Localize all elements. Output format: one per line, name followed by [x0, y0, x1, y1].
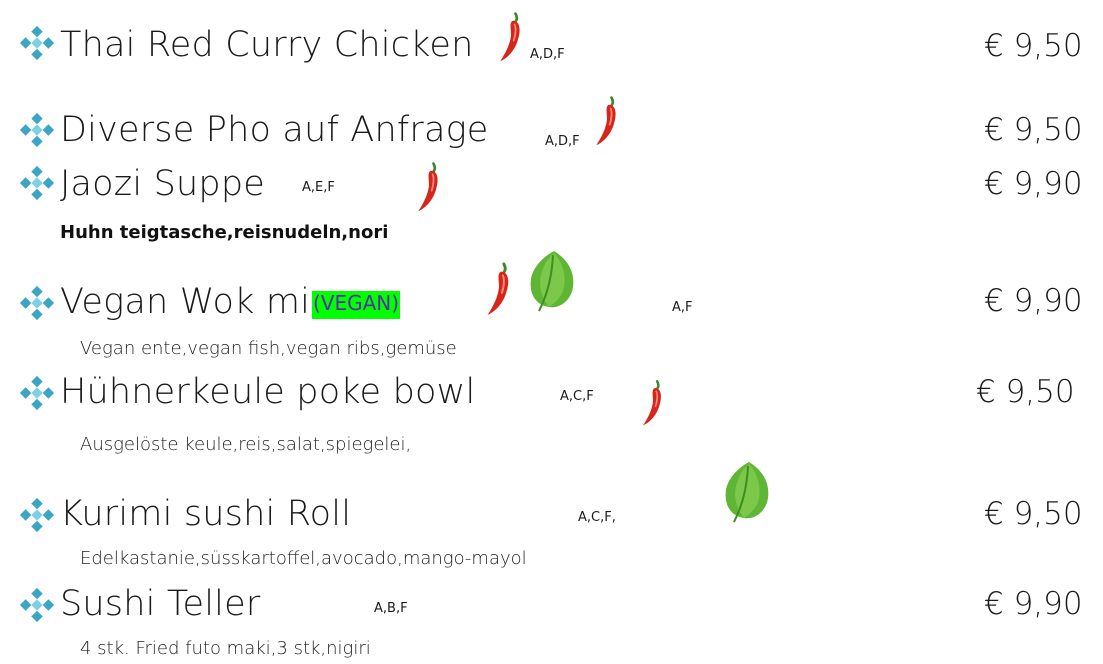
- leaf-icon: [527, 249, 577, 313]
- allergens: A,D,F: [530, 47, 565, 62]
- chili-pepper-icon: [638, 378, 668, 428]
- price: € 9,50: [984, 496, 1083, 532]
- leaf-icon: [722, 460, 772, 524]
- dish-description: Edelkastanie,süsskartoffel,avocado,mango…: [80, 548, 527, 569]
- chili-pepper-icon: [414, 160, 444, 214]
- dish-description: Ausgelöste keule,reis,salat,spiegelei,: [80, 434, 412, 455]
- allergens: A,C,F,: [578, 510, 616, 525]
- price: € 9,90: [984, 283, 1083, 319]
- vegan-tag: (VEGAN): [312, 291, 401, 319]
- dish-name: Thai Red Curry Chicken: [60, 25, 474, 65]
- dish-name: Diverse Pho auf Anfrage: [60, 110, 489, 150]
- diamond-bullet-icon: [18, 111, 56, 149]
- allergens: A,E,F: [302, 180, 335, 195]
- dish-description: Huhn teigtasche,reisnudeln,nori: [60, 222, 389, 243]
- allergens: A,B,F: [374, 601, 408, 616]
- price: € 9,90: [984, 166, 1083, 202]
- price: € 9,50: [976, 374, 1075, 410]
- diamond-bullet-icon: [18, 164, 56, 202]
- price: € 9,50: [984, 112, 1083, 148]
- diamond-bullet-icon: [18, 24, 56, 62]
- dish-name: Jaozi Suppe: [60, 164, 265, 204]
- diamond-bullet-icon: [18, 374, 56, 412]
- dish-name: Sushi Teller: [60, 584, 261, 624]
- diamond-bullet-icon: [18, 496, 56, 534]
- chili-pepper-icon: [482, 260, 516, 318]
- diamond-bullet-icon: [18, 586, 56, 624]
- allergens: A,F: [672, 300, 693, 315]
- dish-name: Hühnerkeule poke bowl: [60, 372, 476, 412]
- allergens: A,D,F: [545, 134, 580, 149]
- price: € 9,50: [984, 28, 1083, 64]
- diamond-bullet-icon: [18, 284, 56, 322]
- dish-description: Vegan ente,vegan fish,vegan ribs,gemüse: [80, 338, 457, 359]
- dish-description: 4 stk. Fried futo maki,3 stk,nigiri: [80, 638, 371, 659]
- chili-pepper-icon: [496, 10, 526, 64]
- chili-pepper-icon: [592, 94, 622, 148]
- dish-name: Kurimi sushi Roll: [60, 494, 352, 534]
- price: € 9,90: [984, 586, 1083, 622]
- allergens: A,C,F: [560, 389, 594, 404]
- dish-name: Vegan Wok mix: [60, 282, 332, 322]
